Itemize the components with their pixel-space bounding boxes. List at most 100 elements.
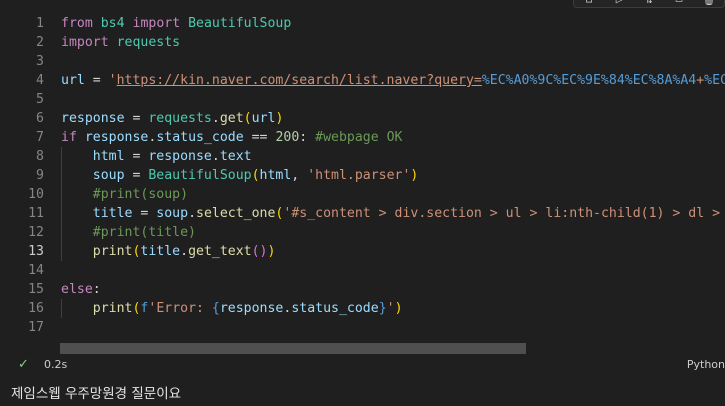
code-token: html [92, 149, 125, 164]
code-token: %EC%9B [704, 73, 725, 88]
code-line[interactable]: 6 response = requests.get(url) [0, 109, 725, 128]
line-number: 15 [28, 282, 44, 297]
line-number: 14 [28, 263, 44, 278]
code-text[interactable]: response = requests.get(url) [61, 109, 283, 128]
code-line[interactable]: 3 [0, 52, 725, 71]
code-line[interactable]: 17 [0, 318, 725, 337]
code-text[interactable]: if response.status_code == 200: #webpage… [61, 128, 403, 147]
code-token: ( [251, 168, 260, 183]
code-line[interactable]: 9 soup = BeautifulSoup(html, 'html.parse… [0, 166, 725, 185]
code-token: ' [386, 301, 395, 316]
swap-icon[interactable]: ⇅ [642, 0, 656, 6]
question-caption: 제임스웹 우주망원경 질문이요 [11, 386, 182, 402]
code-line[interactable]: 2 import requests [0, 33, 725, 52]
code-text[interactable]: #print(soup) [61, 185, 188, 204]
code-token: import [132, 16, 181, 31]
code-line[interactable]: 10 #print(soup) [0, 185, 725, 204]
code-token: else [61, 282, 93, 297]
code-text[interactable]: url = 'https://kin.naver.com/search/list… [61, 71, 725, 90]
code-token: soup [156, 206, 189, 221]
line-number: 5 [36, 92, 44, 107]
code-token: html [259, 168, 292, 183]
code-line[interactable]: 4 url = 'https://kin.naver.com/search/lis… [0, 71, 725, 90]
code-text[interactable]: title = soup.select_one('#s_content > di… [61, 204, 725, 223]
code-line[interactable]: 15 else: [0, 280, 725, 299]
code-line[interactable]: 16 print(f'Error: {response.status_code}… [0, 299, 725, 318]
line-number: 17 [28, 320, 44, 335]
code-token: ) [267, 244, 276, 259]
code-token: . [188, 206, 197, 221]
check-icon: ✓ [18, 357, 29, 372]
code-token: : [299, 130, 316, 145]
execution-time: 0.2s [44, 358, 68, 371]
run-icon[interactable]: ▷ [612, 0, 626, 6]
code-token: select_one [196, 206, 276, 221]
question-caption-bar: 제임스웹 우주망원경 질문이요 [0, 376, 725, 406]
code-token: : [92, 282, 101, 297]
code-token: = [84, 73, 109, 88]
code-line[interactable]: 11 title = soup.select_one('#s_content >… [0, 204, 725, 223]
code-token: response [84, 130, 149, 145]
code-line[interactable]: 1 from bs4 import BeautifulSoup [0, 14, 725, 33]
code-token: url [61, 73, 85, 88]
code-token: status_code [291, 301, 379, 316]
code-text[interactable]: else: [61, 280, 101, 299]
code-token: %EC%A0%9C%EC%9E%84%EC%8A%A4 [481, 73, 697, 88]
code-line[interactable]: 5 [0, 90, 725, 109]
code-token: response [219, 301, 284, 316]
code-token: https://kin.naver.com/search/list.naver?… [116, 73, 482, 88]
code-text[interactable]: soup = BeautifulSoup(html, 'html.parser'… [61, 166, 419, 185]
code-token: 'html.parser' [307, 168, 411, 183]
code-text[interactable]: html = response.text [61, 147, 252, 166]
line-number: 6 [36, 111, 44, 126]
line-number: 8 [36, 149, 44, 164]
line-number: 3 [36, 54, 44, 69]
code-text[interactable]: from bs4 import BeautifulSoup [61, 14, 291, 33]
line-number: 12 [28, 225, 44, 240]
code-text[interactable]: #print(title) [61, 223, 196, 242]
code-token: title [92, 206, 133, 221]
line-number: 4 [36, 73, 44, 88]
window-icon[interactable]: ▭ [672, 0, 686, 6]
code-token: url [251, 111, 276, 126]
horizontal-scrollbar[interactable] [60, 343, 526, 354]
code-text[interactable]: print(title.get_text()) [61, 242, 276, 261]
code-lines[interactable]: 1 from bs4 import BeautifulSoup 2 import re… [0, 14, 725, 337]
line-number: 1 [36, 16, 44, 31]
code-token: status_code [156, 130, 244, 145]
code-line[interactable]: 12 #print(title) [0, 223, 725, 242]
code-line[interactable]: 14 [0, 261, 725, 280]
code-token: text [219, 149, 252, 164]
code-token: . [211, 149, 220, 164]
code-text[interactable]: print(f'Error: {response.status_code}') [61, 299, 403, 318]
code-token: . [211, 111, 220, 126]
code-token: = [124, 168, 149, 183]
code-line[interactable]: 8 html = response.text [0, 147, 725, 166]
code-token: == [243, 130, 276, 145]
code-token: print [92, 244, 133, 259]
code-token: BeautifulSoup [188, 16, 292, 31]
line-number: 7 [36, 130, 44, 145]
code-text[interactable]: import requests [61, 33, 180, 52]
code-token: BeautifulSoup [148, 168, 252, 183]
line-number: 2 [36, 35, 44, 50]
split-icon[interactable]: ⊟ [582, 0, 596, 6]
code-token: = [132, 206, 157, 221]
trash-icon[interactable]: 🗑 [702, 0, 716, 6]
code-token: ) [410, 168, 419, 183]
code-token: '#s_content > div.section > ul > li:nth-… [283, 206, 725, 221]
cell-status-bar: ✓ 0.2s Python [0, 354, 725, 376]
code-editor[interactable]: ⊟ ▷ ⇅ ▭ 🗑 1 from bs4 import BeautifulSoup… [0, 0, 725, 376]
language-indicator[interactable]: Python [687, 358, 725, 371]
code-token: #webpage OK [315, 130, 403, 145]
code-line[interactable]: 13 print(title.get_text()) [0, 242, 725, 261]
code-token: ( [243, 111, 252, 126]
code-token: } [378, 301, 387, 316]
code-line[interactable]: 7 if response.status_code == 200: #webpag… [0, 128, 725, 147]
